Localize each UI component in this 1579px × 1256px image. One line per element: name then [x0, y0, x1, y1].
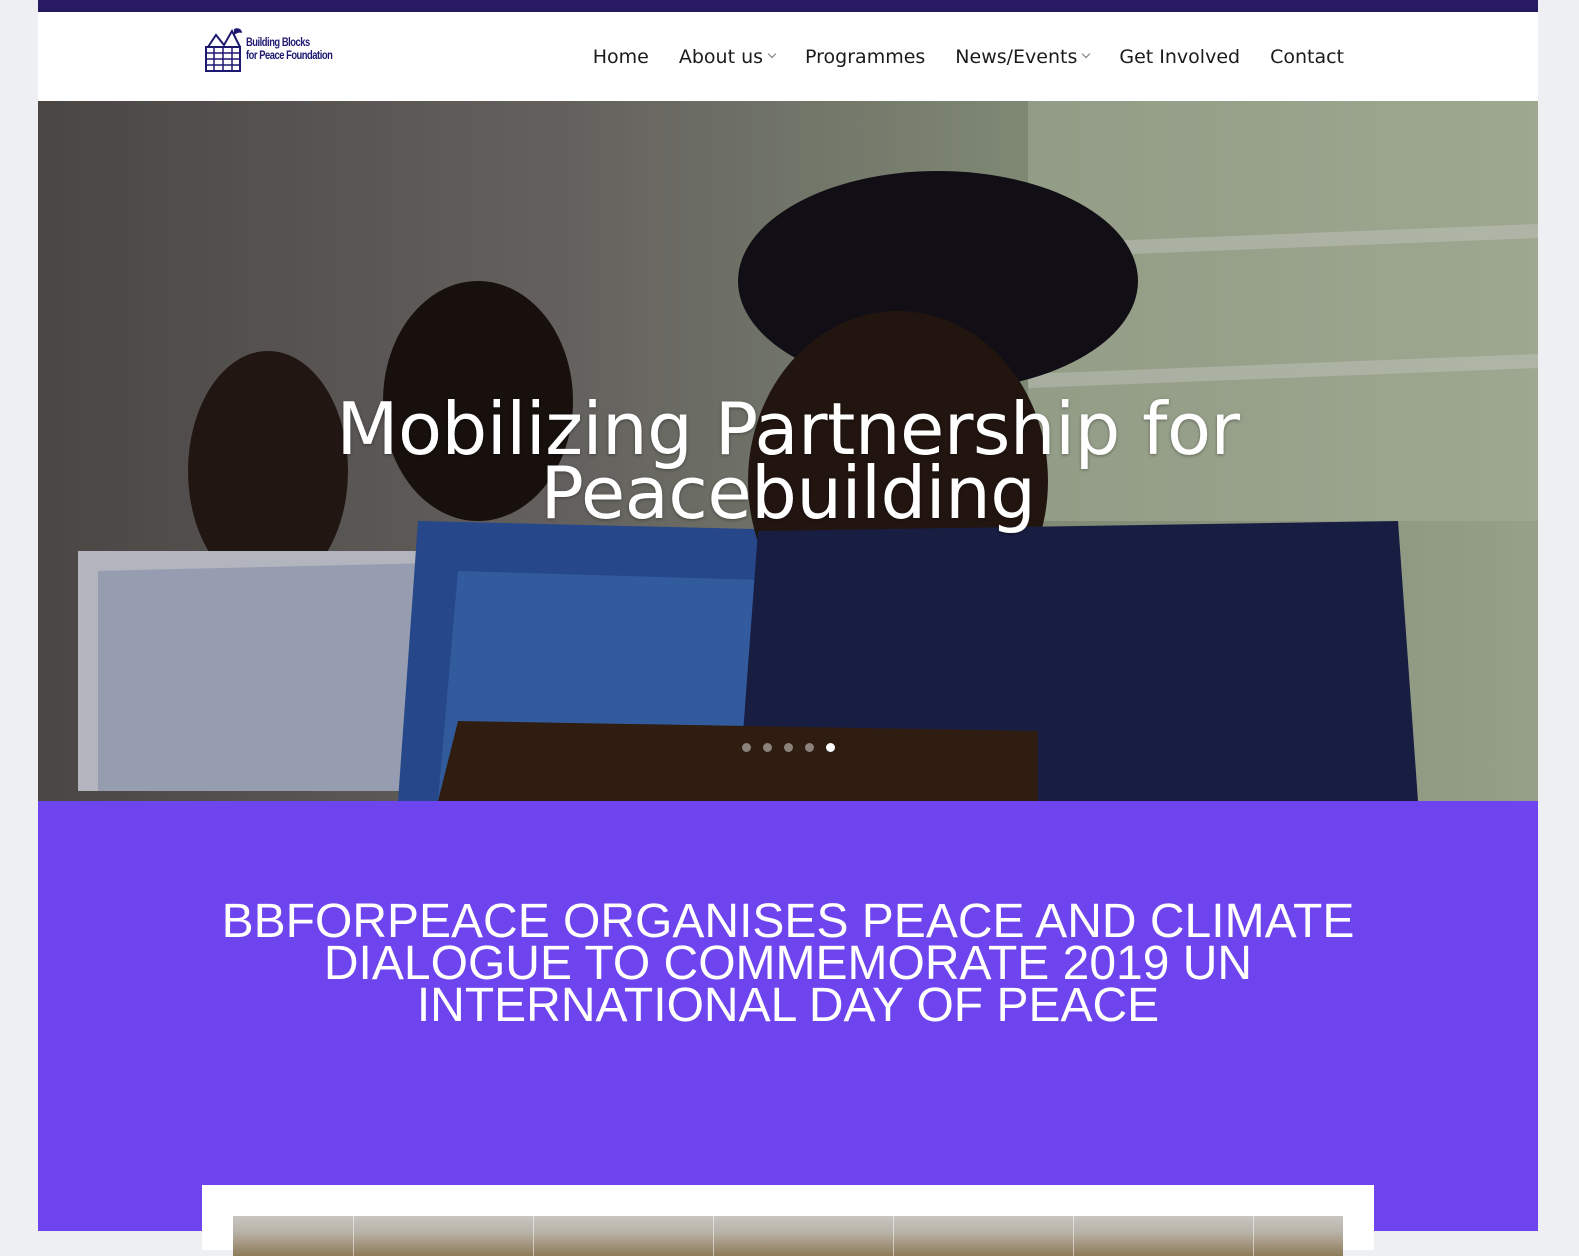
chevron-down-icon — [1082, 49, 1091, 58]
nav-contact[interactable]: Contact — [1270, 46, 1344, 68]
main-nav: Home About us Programmes News/Events Get… — [593, 12, 1344, 101]
nav-news-events-label: News/Events — [955, 45, 1078, 68]
logo-line-2: for Peace Foundation — [246, 48, 333, 62]
top-accent-bar — [38, 0, 1538, 12]
slide-dot-3[interactable] — [783, 743, 793, 752]
slide-dot-2[interactable] — [762, 743, 772, 752]
page: Building Blocks for Peace Foundation Hom… — [38, 0, 1538, 1256]
nav-home[interactable]: Home — [593, 46, 649, 68]
logo-building-blocks-icon — [205, 28, 242, 72]
slider-pagination — [38, 743, 1538, 752]
nav-home-label: Home — [592, 45, 649, 68]
featured-news-card — [202, 1185, 1374, 1256]
nav-news-events[interactable]: News/Events — [955, 45, 1091, 68]
nav-get-involved[interactable]: Get Involved — [1119, 46, 1240, 68]
nav-about-us-label: About us — [678, 45, 764, 68]
hero-title: Mobilizing Partnership for Peacebuilding — [38, 393, 1538, 535]
chevron-down-icon — [767, 49, 777, 58]
slide-dot-1[interactable] — [741, 743, 751, 752]
hero-title-line-2: Peacebuilding — [540, 451, 1036, 535]
nav-about-us[interactable]: About us — [678, 45, 777, 68]
nav-programmes-label: Programmes — [805, 45, 926, 68]
nav-get-involved-label: Get Involved — [1119, 45, 1241, 68]
featured-news-band: BBFORPEACE ORGANISES PEACE AND CLIMATE D… — [38, 801, 1538, 1231]
slide-dot-5[interactable] — [825, 743, 835, 752]
featured-news-title[interactable]: BBFORPEACE ORGANISES PEACE AND CLIMATE D… — [188, 898, 1388, 1032]
nav-programmes[interactable]: Programmes — [805, 46, 925, 68]
hero-slider[interactable]: Mobilizing Partnership for Peacebuilding — [38, 101, 1538, 801]
logo-wordmark: Building Blocks for Peace Foundation — [246, 36, 333, 62]
featured-news-image[interactable] — [233, 1216, 1343, 1256]
slide-dot-4[interactable] — [804, 743, 814, 752]
site-logo[interactable]: Building Blocks for Peace Foundation — [204, 24, 333, 74]
featured-news-title-line-3: INTERNATIONAL DAY OF PEACE — [416, 979, 1160, 1032]
site-header: Building Blocks for Peace Foundation Hom… — [38, 12, 1538, 101]
nav-contact-label: Contact — [1270, 45, 1344, 68]
